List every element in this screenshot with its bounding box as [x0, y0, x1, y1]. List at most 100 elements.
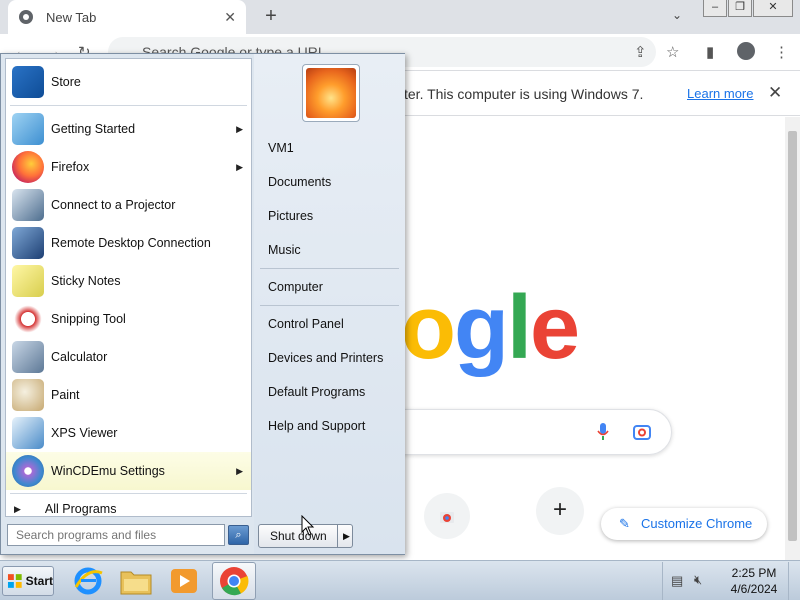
- all-programs-item[interactable]: ▶ All Programs: [6, 497, 251, 521]
- start-program-firefox[interactable]: Firefox ▶: [6, 148, 251, 186]
- minimize-button[interactable]: –: [703, 0, 727, 17]
- lens-search-icon[interactable]: [633, 424, 651, 440]
- split-divider: [337, 525, 338, 547]
- program-label: Connect to a Projector: [51, 198, 176, 212]
- start-label: Start: [25, 574, 53, 588]
- start-program-sticky-notes[interactable]: Sticky Notes: [6, 262, 251, 300]
- voice-search-icon[interactable]: [597, 423, 609, 441]
- shut-down-options-arrow-icon[interactable]: ▶: [343, 525, 350, 547]
- start-program-xps-viewer[interactable]: XPS Viewer: [6, 414, 251, 452]
- submenu-arrow-icon: ▶: [236, 161, 243, 172]
- program-label: Remote Desktop Connection: [51, 236, 211, 250]
- taskbar-windows-explorer[interactable]: [114, 562, 158, 600]
- start-place-help-and-support[interactable]: Help and Support: [254, 414, 405, 438]
- start-place-vm1[interactable]: VM1: [254, 136, 405, 160]
- program-label: WinCDEmu Settings: [51, 464, 165, 478]
- program-label: Calculator: [51, 350, 108, 364]
- volume-muted-icon[interactable]: 🔇︎: [694, 572, 702, 588]
- new-tab-button[interactable]: +: [260, 5, 282, 27]
- start-search-input[interactable]: [7, 524, 225, 546]
- remote-desktop-icon: [12, 227, 44, 259]
- profile-icon[interactable]: [737, 42, 755, 60]
- tab-search-icon[interactable]: ⌄: [672, 8, 682, 22]
- page-scrollbar[interactable]: [785, 117, 800, 560]
- chrome-icon: [220, 567, 249, 596]
- wincdemu-icon: [12, 455, 44, 487]
- separator: [10, 105, 247, 106]
- start-program-store[interactable]: Store: [6, 63, 251, 101]
- start-program-getting-started[interactable]: Getting Started ▶: [6, 110, 251, 148]
- start-button[interactable]: Start: [2, 566, 54, 596]
- start-program-paint[interactable]: Paint: [6, 376, 251, 414]
- program-label: Firefox: [51, 160, 90, 174]
- bookmark-star-icon[interactable]: ☆: [666, 43, 679, 61]
- taskbar-media-player[interactable]: [162, 562, 206, 600]
- program-label: XPS Viewer: [51, 426, 118, 440]
- customize-chrome-button[interactable]: ✎ Customize Chrome: [601, 508, 767, 540]
- sticky-notes-icon: [12, 265, 44, 297]
- separator: [260, 268, 399, 269]
- program-label: Paint: [51, 388, 80, 402]
- program-label: Getting Started: [51, 122, 136, 136]
- network-status-icon[interactable]: ▤: [671, 573, 683, 589]
- info-bar-message: ter. This computer is using Windows 7.: [404, 86, 644, 102]
- start-program-remote-desktop-connection[interactable]: Remote Desktop Connection: [6, 224, 251, 262]
- media-player-icon: [171, 569, 197, 593]
- add-shortcut-button[interactable]: +: [536, 487, 584, 535]
- user-picture[interactable]: [302, 64, 360, 122]
- submenu-arrow-icon: ▶: [236, 123, 243, 134]
- search-icon[interactable]: ⌕: [228, 525, 249, 545]
- separator: [260, 305, 399, 306]
- info-bar-close-icon[interactable]: ✕: [768, 83, 782, 103]
- start-program-snipping-tool[interactable]: Snipping Tool: [6, 300, 251, 338]
- program-label: Snipping Tool: [51, 312, 126, 326]
- start-place-computer[interactable]: Computer: [254, 275, 405, 299]
- start-program-wincdemu-settings[interactable]: WinCDEmu Settings ▶: [6, 452, 251, 490]
- side-panel-icon[interactable]: ▮: [706, 43, 714, 61]
- taskbar-internet-explorer[interactable]: [66, 562, 110, 600]
- mouse-cursor-icon: [301, 515, 315, 536]
- chrome-favicon-icon: [19, 10, 33, 24]
- start-place-devices-and-printers[interactable]: Devices and Printers: [254, 346, 405, 370]
- scrollbar-thumb[interactable]: [788, 131, 797, 541]
- program-label: Store: [51, 75, 81, 89]
- start-place-music[interactable]: Music: [254, 238, 405, 262]
- menu-icon[interactable]: ⋮: [774, 43, 789, 61]
- system-tray: ▤ 🔇︎ 2:25 PM 4/6/2024: [662, 562, 800, 600]
- start-place-default-programs[interactable]: Default Programs: [254, 380, 405, 404]
- clock-date[interactable]: 4/6/2024: [723, 582, 785, 596]
- start-place-control-panel[interactable]: Control Panel: [254, 312, 405, 336]
- submenu-arrow-icon: ▶: [236, 465, 243, 476]
- start-menu: Store Getting Started ▶ Firefox ▶ Connect to …: [0, 53, 405, 555]
- start-program-calculator[interactable]: Calculator: [6, 338, 251, 376]
- tab-title: New Tab: [46, 9, 97, 25]
- share-icon[interactable]: ⇪: [634, 43, 647, 61]
- store-icon: [12, 66, 44, 98]
- shortcut-tile[interactable]: [424, 493, 470, 539]
- calculator-icon: [12, 341, 44, 373]
- customize-chrome-label: Customize Chrome: [641, 516, 753, 531]
- paint-icon: [12, 379, 44, 411]
- snipping-tool-icon: [12, 303, 44, 335]
- tab-new-tab[interactable]: New Tab ✕: [8, 0, 246, 34]
- separator: [10, 493, 247, 494]
- tab-strip: New Tab ✕ + ⌄ – ❐ ✕: [0, 0, 800, 34]
- show-desktop-button[interactable]: [788, 562, 800, 600]
- shut-down-label: Shut down: [270, 529, 327, 543]
- clock-time[interactable]: 2:25 PM: [723, 566, 785, 580]
- start-menu-places-pane: VM1 Documents Pictures Music Computer Control…: [254, 54, 405, 554]
- getting-started-icon: [12, 113, 44, 145]
- learn-more-link[interactable]: Learn more: [687, 86, 753, 101]
- start-place-documents[interactable]: Documents: [254, 170, 405, 194]
- start-menu-programs-pane: Store Getting Started ▶ Firefox ▶ Connect to …: [5, 58, 252, 517]
- close-window-button[interactable]: ✕: [753, 0, 793, 17]
- tab-close-icon[interactable]: ✕: [224, 9, 236, 26]
- firefox-icon: [12, 151, 44, 183]
- start-program-connect-to-a-projector[interactable]: Connect to a Projector: [6, 186, 251, 224]
- start-place-pictures[interactable]: Pictures: [254, 204, 405, 228]
- restore-button[interactable]: ❐: [728, 0, 752, 17]
- projector-icon: [12, 189, 44, 221]
- xps-viewer-icon: [12, 417, 44, 449]
- taskbar-chrome[interactable]: [212, 562, 256, 600]
- pencil-icon: ✎: [619, 516, 630, 531]
